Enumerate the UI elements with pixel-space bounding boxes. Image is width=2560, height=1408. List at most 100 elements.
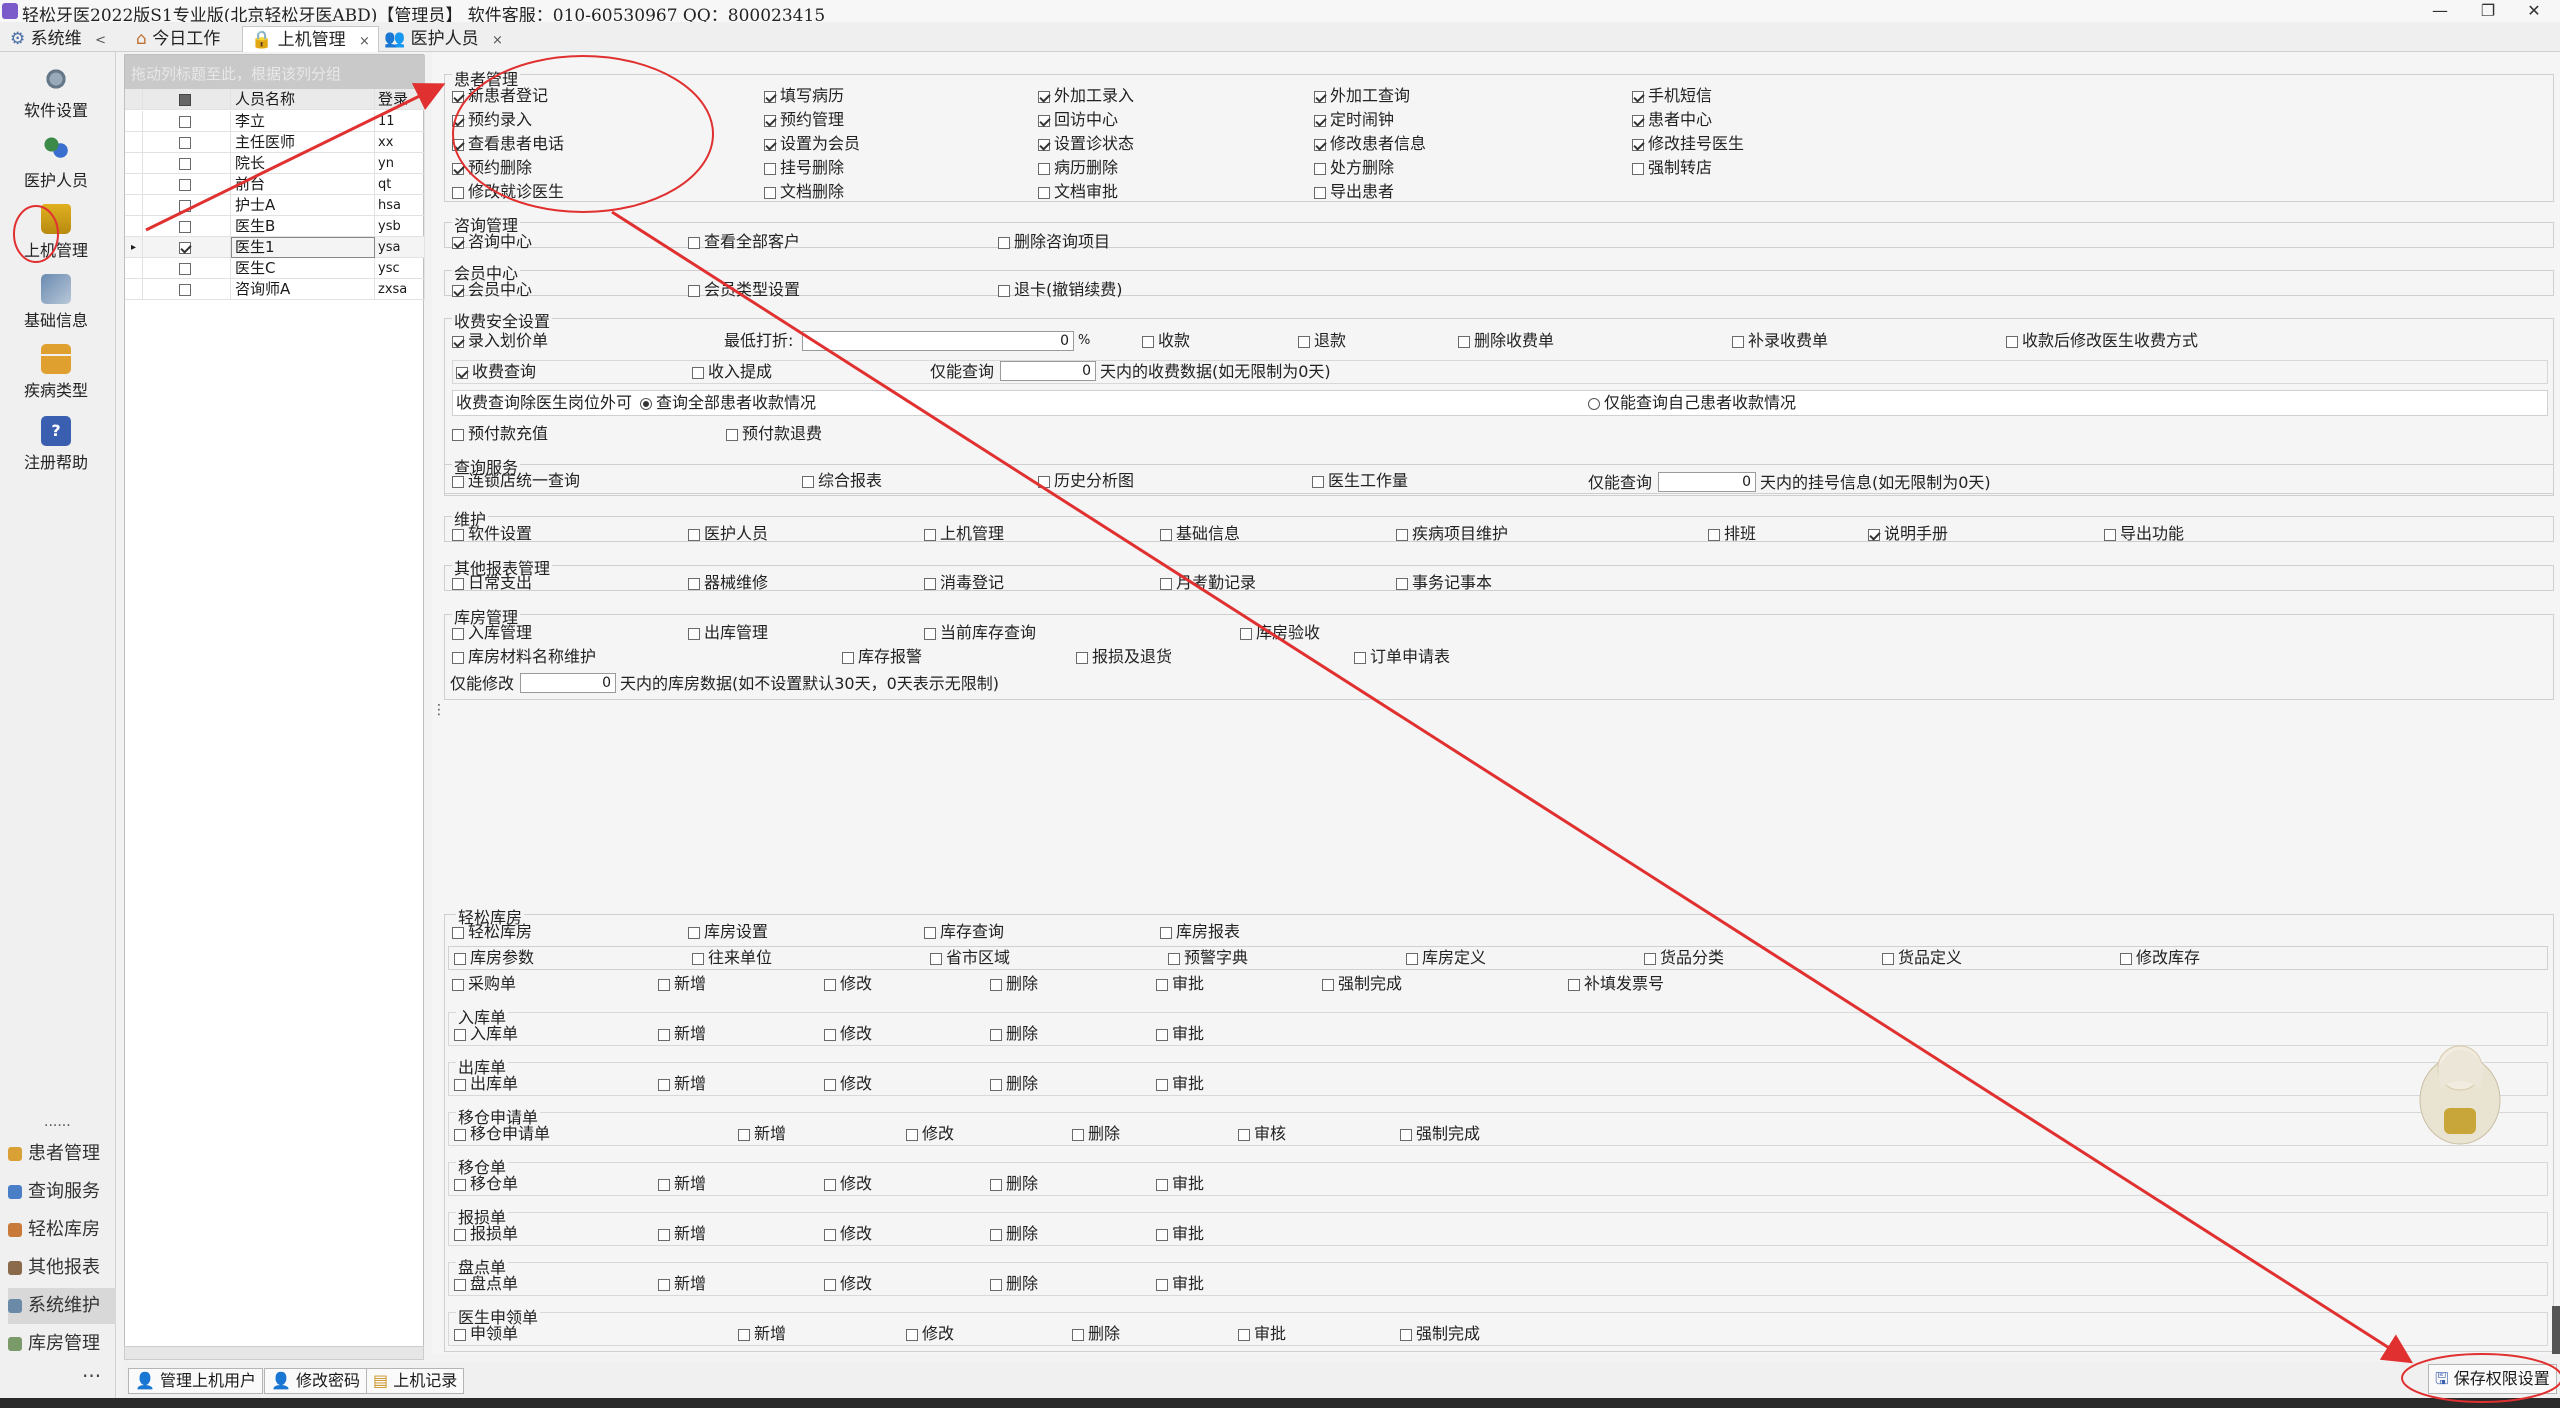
perm-patient-9[interactable]: 患者中心	[1632, 110, 1712, 130]
perm-fee-row3-0[interactable]: 预付款充值	[452, 424, 548, 444]
perm-patient-4[interactable]: 手机短信	[1632, 86, 1712, 106]
change-password-button[interactable]: 👤 修改密码	[264, 1368, 368, 1394]
splitter-grip[interactable]: ⋮	[432, 702, 446, 722]
col-header-name[interactable]: 人员名称	[231, 89, 375, 110]
perm-easystore-group-4-2[interactable]: 修改	[824, 1224, 872, 1244]
perm-consult-0[interactable]: 咨询中心	[452, 232, 532, 252]
perm-easystore-group-6-4[interactable]: 审批	[1238, 1324, 1286, 1344]
perm-patient-10[interactable]: 查看患者电话	[452, 134, 564, 154]
perm-query-2[interactable]: 历史分析图	[1038, 471, 1134, 491]
perm-easystore-group-1-4[interactable]: 审批	[1156, 1074, 1204, 1094]
perm-consult-1[interactable]: 查看全部客户	[688, 232, 800, 252]
perm-patient-15[interactable]: 预约删除	[452, 158, 532, 178]
perm-easystore-group-4-1[interactable]: 新增	[658, 1224, 706, 1244]
perm-easystore-row2-6[interactable]: 货品定义	[1882, 948, 1962, 968]
query-limit-input[interactable]: 0	[1658, 472, 1756, 492]
nav-basic-info[interactable]: 基础信息	[6, 274, 106, 331]
perm-query-1[interactable]: 综合报表	[802, 471, 882, 491]
nav-register-help[interactable]: ? 注册帮助	[6, 416, 106, 473]
more-icon[interactable]: ···	[82, 1364, 101, 1388]
perm-maint-7[interactable]: 导出功能	[2104, 524, 2184, 544]
perm-maint-3[interactable]: 基础信息	[1160, 524, 1240, 544]
vertical-scrollbar[interactable]	[2552, 1306, 2560, 1354]
perm-easystore-group-1-1[interactable]: 新增	[658, 1074, 706, 1094]
perm-store-row2-3[interactable]: 订单申请表	[1354, 647, 1450, 667]
perm-easystore-group-6-1[interactable]: 新增	[738, 1324, 786, 1344]
grid-hscrollbar[interactable]	[124, 1346, 424, 1360]
nav-system-maint[interactable]: 系统维护	[8, 1288, 116, 1324]
close-tab-icon[interactable]: ×	[359, 34, 370, 49]
perm-easystore-row1-3[interactable]: 库房报表	[1160, 922, 1240, 942]
perm-easystore-group-3-1[interactable]: 新增	[658, 1174, 706, 1194]
table-row[interactable]: 李立 11	[125, 111, 425, 132]
perm-other-3[interactable]: 月考勤记录	[1160, 573, 1256, 593]
perm-store-row2-1[interactable]: 库存报警	[842, 647, 922, 667]
row-checkbox[interactable]	[143, 279, 231, 300]
perm-query-3[interactable]: 医生工作量	[1312, 471, 1408, 491]
perm-easystore-row3-6[interactable]: 补填发票号	[1568, 974, 1664, 994]
perm-patient-20[interactable]: 修改就诊医生	[452, 182, 564, 202]
perm-easystore-row1-2[interactable]: 库存查询	[924, 922, 1004, 942]
perm-easystore-group-2-0[interactable]: 移仓申请单	[454, 1124, 550, 1144]
perm-other-0[interactable]: 日常支出	[452, 573, 532, 593]
perm-easystore-group-5-3[interactable]: 删除	[990, 1274, 1038, 1294]
perm-maint-4[interactable]: 疾病项目维护	[1396, 524, 1508, 544]
table-row[interactable]: ▸ 医生1 ysa	[125, 237, 425, 258]
perm-fee-row2-0[interactable]: 收费查询	[456, 362, 536, 382]
nav-query-service[interactable]: 查询服务	[8, 1174, 116, 1210]
store-limit-input[interactable]: 0	[520, 673, 616, 693]
perm-patient-2[interactable]: 外加工录入	[1038, 86, 1134, 106]
save-permissions-button[interactable]: 🖫 保存权限设置	[2428, 1364, 2557, 1394]
row-checkbox[interactable]	[143, 258, 231, 279]
perm-easystore-group-1-3[interactable]: 删除	[990, 1074, 1038, 1094]
perm-easystore-row2-2[interactable]: 省市区域	[930, 948, 1010, 968]
nav-patient-manage[interactable]: 患者管理	[8, 1136, 116, 1172]
perm-fee-row1-5[interactable]: 收款后修改医生收费方式	[2006, 331, 2198, 351]
perm-easystore-group-4-0[interactable]: 报损单	[454, 1224, 518, 1244]
perm-patient-6[interactable]: 预约管理	[764, 110, 844, 130]
fee-query-days-input[interactable]: 0	[1000, 361, 1096, 381]
perm-query-0[interactable]: 连锁店统一查询	[452, 471, 580, 491]
row-checkbox[interactable]	[143, 216, 231, 237]
perm-easystore-group-6-2[interactable]: 修改	[906, 1324, 954, 1344]
perm-easystore-row1-1[interactable]: 库房设置	[688, 922, 768, 942]
perm-easystore-group-0-0[interactable]: 入库单	[454, 1024, 518, 1044]
perm-patient-22[interactable]: 文档审批	[1038, 182, 1118, 202]
perm-easystore-group-5-0[interactable]: 盘点单	[454, 1274, 518, 1294]
perm-maint-2[interactable]: 上机管理	[924, 524, 1004, 544]
table-row[interactable]: 院长 yn	[125, 153, 425, 174]
perm-easystore-group-6-5[interactable]: 强制完成	[1400, 1324, 1480, 1344]
row-checkbox[interactable]	[143, 153, 231, 174]
radio-query-all[interactable]: 查询全部患者收款情况	[640, 393, 816, 413]
perm-patient-12[interactable]: 设置诊状态	[1038, 134, 1134, 154]
nav-easy-store[interactable]: 轻松库房	[8, 1212, 116, 1248]
perm-patient-18[interactable]: 处方删除	[1314, 158, 1394, 178]
perm-patient-8[interactable]: 定时闹钟	[1314, 110, 1394, 130]
perm-easystore-group-2-5[interactable]: 强制完成	[1400, 1124, 1480, 1144]
perm-easystore-row2-1[interactable]: 往来单位	[692, 948, 772, 968]
perm-easystore-group-6-3[interactable]: 删除	[1072, 1324, 1120, 1344]
perm-patient-16[interactable]: 挂号删除	[764, 158, 844, 178]
perm-fee-row1-2[interactable]: 退款	[1298, 331, 1346, 351]
perm-store-row2-0[interactable]: 库房材料名称维护	[452, 647, 596, 667]
perm-member-1[interactable]: 会员类型设置	[688, 280, 800, 300]
perm-store-row1-1[interactable]: 出库管理	[688, 623, 768, 643]
perm-easystore-group-4-4[interactable]: 审批	[1156, 1224, 1204, 1244]
perm-easystore-group-2-4[interactable]: 审核	[1238, 1124, 1286, 1144]
perm-member-2[interactable]: 退卡(撤销续费)	[998, 280, 1123, 300]
mascot-image[interactable]	[2410, 1028, 2510, 1148]
perm-easystore-group-1-2[interactable]: 修改	[824, 1074, 872, 1094]
perm-easystore-row2-7[interactable]: 修改库存	[2120, 948, 2200, 968]
perm-easystore-row3-2[interactable]: 修改	[824, 974, 872, 994]
perm-easystore-group-5-1[interactable]: 新增	[658, 1274, 706, 1294]
perm-easystore-group-0-3[interactable]: 删除	[990, 1024, 1038, 1044]
radio-query-self[interactable]: 仅能查询自己患者收款情况	[1588, 393, 1796, 413]
perm-easystore-row3-1[interactable]: 新增	[658, 974, 706, 994]
perm-easystore-group-3-0[interactable]: 移仓单	[454, 1174, 518, 1194]
perm-maint-6[interactable]: 说明手册	[1868, 524, 1948, 544]
perm-fee-row1-4[interactable]: 补录收费单	[1732, 331, 1828, 351]
perm-easystore-group-2-3[interactable]: 删除	[1072, 1124, 1120, 1144]
row-checkbox[interactable]	[143, 174, 231, 195]
perm-easystore-row3-4[interactable]: 审批	[1156, 974, 1204, 994]
select-all-checkbox[interactable]	[143, 89, 231, 110]
